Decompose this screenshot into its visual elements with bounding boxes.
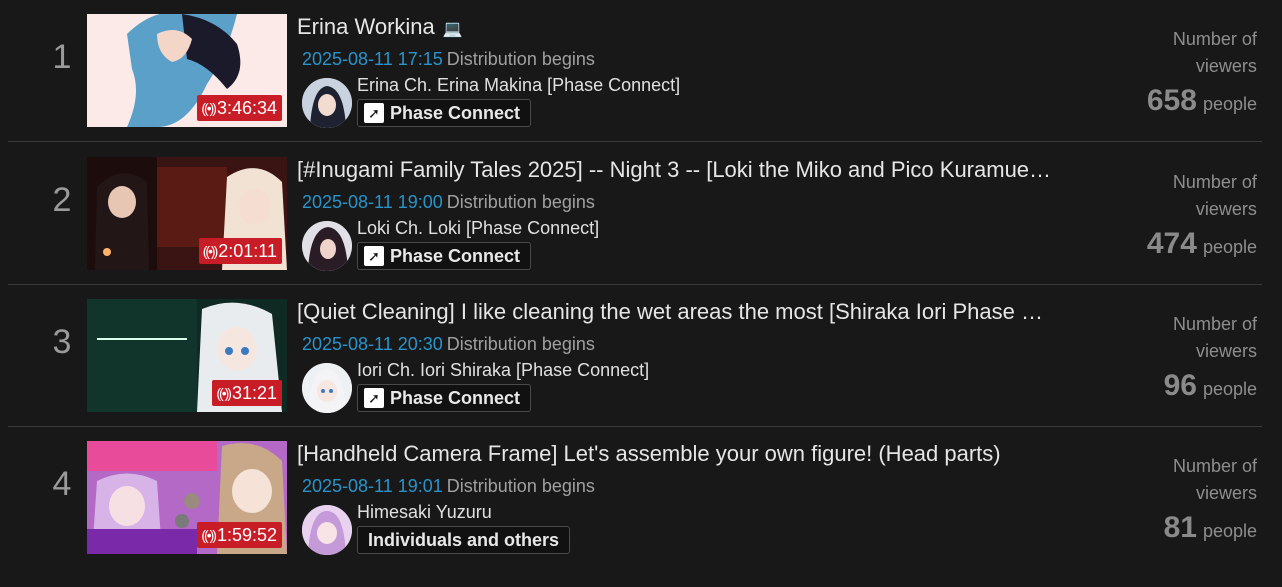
viewer-count: Number of viewers 81 people xyxy=(1147,453,1257,545)
laptop-icon: 💻 xyxy=(442,21,463,38)
group-tag[interactable]: ➚ Phase Connect xyxy=(357,99,532,127)
viewer-number: 81 xyxy=(1163,511,1197,544)
viewer-number: 96 xyxy=(1163,369,1197,402)
live-broadcast-icon: ((•)) xyxy=(202,243,219,259)
video-thumbnail[interactable]: ((•)) 31:21 xyxy=(87,299,287,412)
live-broadcast-icon: ((•)) xyxy=(201,100,217,116)
live-broadcast-icon: ((•)) xyxy=(216,385,232,401)
group-label: Phase Connect xyxy=(390,102,521,123)
group-tag[interactable]: ➚ Phase Connect xyxy=(357,384,532,412)
start-label: Distribution begins xyxy=(446,476,595,496)
start-datetime: 2025-08-11 20:30 xyxy=(302,334,443,354)
rank-number: 3 xyxy=(52,323,72,361)
row-divider xyxy=(8,141,1262,142)
start-label: Distribution begins xyxy=(446,334,595,354)
viewer-label: Number of viewers xyxy=(1172,172,1257,219)
start-time: 2025-08-11 19:01 Distribution begins xyxy=(302,476,595,497)
phase-connect-icon: ➚ xyxy=(364,388,384,408)
group-tag[interactable]: ➚ Phase Connect xyxy=(357,242,532,270)
channel-name[interactable]: Himesaki Yuzuru xyxy=(357,502,492,523)
live-broadcast-icon: ((•)) xyxy=(201,527,217,543)
live-duration-badge: ((•)) 1:59:52 xyxy=(197,522,282,548)
channel-avatar[interactable] xyxy=(302,505,352,555)
viewer-unit: people xyxy=(1202,237,1257,257)
viewer-unit: people xyxy=(1202,94,1257,114)
viewer-number: 658 xyxy=(1146,84,1197,117)
group-tag[interactable]: Individuals and others xyxy=(357,526,571,554)
start-datetime: 2025-08-11 19:01 xyxy=(302,476,443,496)
viewer-number: 474 xyxy=(1146,227,1197,260)
duration-text: 3:46:34 xyxy=(216,98,277,118)
start-time: 2025-08-11 17:15 Distribution begins xyxy=(302,49,595,70)
viewer-label: Number of viewers xyxy=(1172,314,1257,361)
start-time: 2025-08-11 20:30 Distribution begins xyxy=(302,334,595,355)
viewer-count: Number of viewers 658 people xyxy=(1147,26,1257,118)
duration-text: 2:01:11 xyxy=(218,241,277,261)
viewer-label: Number of viewers xyxy=(1172,29,1257,76)
start-datetime: 2025-08-11 17:15 xyxy=(302,49,443,69)
channel-name[interactable]: Erina Ch. Erina Makina [Phase Connect] xyxy=(357,75,680,96)
phase-connect-icon: ➚ xyxy=(364,246,384,266)
channel-avatar[interactable] xyxy=(302,363,352,413)
video-title-text: [Quiet Cleaning] I like cleaning the wet… xyxy=(297,299,1043,324)
duration-text: 31:21 xyxy=(231,383,277,403)
viewer-unit: people xyxy=(1202,521,1257,541)
rank-number: 1 xyxy=(52,38,72,76)
viewer-unit: people xyxy=(1202,379,1257,399)
start-label: Distribution begins xyxy=(446,49,595,69)
group-label: Phase Connect xyxy=(390,387,521,408)
viewer-count: Number of viewers 96 people xyxy=(1147,311,1257,403)
video-title-text: [Handheld Camera Frame] Let's assemble y… xyxy=(297,441,1001,466)
group-label: Individuals and others xyxy=(368,529,560,550)
video-title[interactable]: [Quiet Cleaning] I like cleaning the wet… xyxy=(297,299,1097,325)
video-thumbnail[interactable]: ((•)) 2:01:11 xyxy=(87,157,287,270)
video-title[interactable]: Erina Workina 💻 xyxy=(297,14,1097,40)
video-title-text: Erina Workina xyxy=(297,14,435,39)
rank-number: 2 xyxy=(52,181,72,219)
video-title-text: [#Inugami Family Tales 2025] -- Night 3 … xyxy=(297,157,1052,182)
channel-avatar[interactable] xyxy=(302,78,352,128)
video-thumbnail[interactable]: ((•)) 1:59:52 xyxy=(87,441,287,554)
phase-connect-icon: ➚ xyxy=(364,103,384,123)
video-title[interactable]: [#Inugami Family Tales 2025] -- Night 3 … xyxy=(297,157,1097,183)
live-duration-badge: ((•)) 2:01:11 xyxy=(198,238,282,264)
list-item: 4 ((•)) 1:59:52 [Handheld Camera Frame] … xyxy=(0,427,1282,569)
viewer-label: Number of viewers xyxy=(1172,456,1257,503)
live-duration-badge: ((•)) 3:46:34 xyxy=(197,95,282,121)
list-item: 1 ((•)) 3:46:34 Erina Workina 💻 2025-08-1… xyxy=(0,0,1282,142)
channel-name[interactable]: Iori Ch. Iori Shiraka [Phase Connect] xyxy=(357,360,649,381)
list-item: 2 ((•)) 2:01:11 [#Inugami Family Tales 2… xyxy=(0,143,1282,285)
start-time: 2025-08-11 19:00 Distribution begins xyxy=(302,192,595,213)
list-item: 3 ((•)) 31:21 [Quiet Cleaning] I like cl… xyxy=(0,285,1282,427)
start-datetime: 2025-08-11 19:00 xyxy=(302,192,443,212)
group-label: Phase Connect xyxy=(390,245,521,266)
rank-number: 4 xyxy=(52,465,72,503)
live-duration-badge: ((•)) 31:21 xyxy=(212,380,282,406)
duration-text: 1:59:52 xyxy=(216,525,277,545)
channel-avatar[interactable] xyxy=(302,221,352,271)
start-label: Distribution begins xyxy=(446,192,595,212)
channel-name[interactable]: Loki Ch. Loki [Phase Connect] xyxy=(357,218,599,239)
viewer-count: Number of viewers 474 people xyxy=(1147,169,1257,261)
video-title[interactable]: [Handheld Camera Frame] Let's assemble y… xyxy=(297,441,1097,467)
video-thumbnail[interactable]: ((•)) 3:46:34 xyxy=(87,14,287,127)
